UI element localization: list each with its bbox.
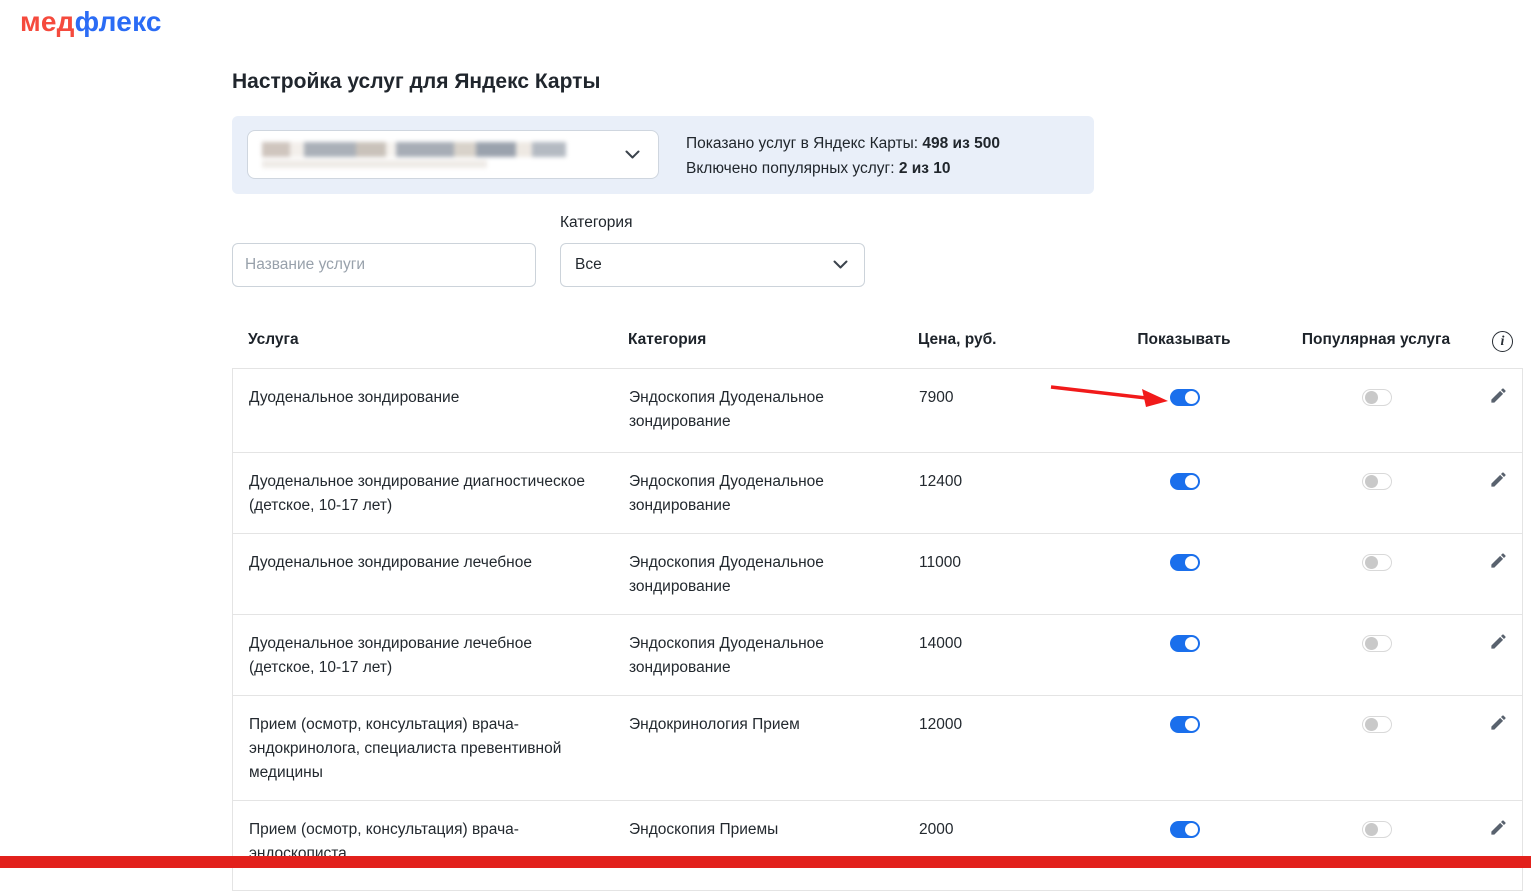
popular-toggle[interactable] bbox=[1362, 635, 1392, 652]
popular-toggle[interactable] bbox=[1362, 716, 1392, 733]
service-category: Эндоскопия Дуоденальное зондирование bbox=[629, 615, 919, 695]
edit-pencil-icon[interactable] bbox=[1489, 632, 1508, 651]
service-price: 11000 bbox=[919, 534, 1105, 614]
logo-part-red: мед bbox=[20, 6, 75, 37]
service-name: Прием (осмотр, консультация) врача-эндос… bbox=[233, 801, 629, 890]
service-price: 2000 bbox=[919, 801, 1105, 890]
category-filter-label: Категория bbox=[560, 214, 632, 232]
chevron-down-icon bbox=[625, 150, 640, 160]
header-popular: Популярная услуга bbox=[1264, 322, 1488, 368]
page-title: Настройка услуг для Яндекс Карты bbox=[232, 70, 600, 94]
popular-toggle[interactable] bbox=[1362, 389, 1392, 406]
summary-panel: Показано услуг в Яндекс Карты: 498 из 50… bbox=[232, 116, 1094, 194]
edit-pencil-icon[interactable] bbox=[1489, 551, 1508, 570]
table-row: Дуоденальное зондирование лечебное Эндос… bbox=[233, 534, 1522, 615]
table-header-row: Услуга Категория Цена, руб. Показывать П… bbox=[232, 322, 1523, 368]
show-toggle[interactable] bbox=[1170, 389, 1200, 406]
edit-pencil-icon[interactable] bbox=[1489, 713, 1508, 732]
popular-toggle[interactable] bbox=[1362, 473, 1392, 490]
shown-services-line: Показано услуг в Яндекс Карты: 498 из 50… bbox=[686, 131, 1000, 156]
edit-pencil-icon[interactable] bbox=[1489, 470, 1508, 489]
service-category: Эндокринология Прием bbox=[629, 696, 919, 800]
service-name: Дуоденальное зондирование лечебное (детс… bbox=[233, 615, 629, 695]
bottom-red-bar bbox=[0, 856, 1531, 868]
service-price: 12400 bbox=[919, 453, 1105, 533]
service-category: Эндоскопия Дуоденальное зондирование bbox=[629, 453, 919, 533]
show-toggle[interactable] bbox=[1170, 473, 1200, 490]
services-table: Услуга Категория Цена, руб. Показывать П… bbox=[232, 322, 1523, 891]
service-category: Эндоскопия Дуоденальное зондирование bbox=[629, 369, 919, 452]
show-toggle[interactable] bbox=[1170, 821, 1200, 838]
chevron-down-icon bbox=[833, 260, 848, 270]
table-row: Прием (осмотр, консультация) врача-эндок… bbox=[233, 696, 1522, 801]
table-body: Дуоденальное зондирование Эндоскопия Дуо… bbox=[232, 368, 1523, 891]
show-toggle[interactable] bbox=[1170, 554, 1200, 571]
popular-toggle[interactable] bbox=[1362, 821, 1392, 838]
service-name: Дуоденальное зондирование bbox=[233, 369, 629, 452]
shown-services-count: 498 из 500 bbox=[922, 135, 1000, 152]
service-name: Прием (осмотр, консультация) врача-эндок… bbox=[233, 696, 629, 800]
service-category: Эндоскопия Дуоденальное зондирование bbox=[629, 534, 919, 614]
edit-pencil-icon[interactable] bbox=[1489, 818, 1508, 837]
service-name: Дуоденальное зондирование лечебное bbox=[233, 534, 629, 614]
popular-services-count: 2 из 10 bbox=[899, 160, 951, 177]
service-price: 12000 bbox=[919, 696, 1105, 800]
header-price: Цена, руб. bbox=[918, 322, 1104, 368]
show-toggle[interactable] bbox=[1170, 716, 1200, 733]
popular-toggle[interactable] bbox=[1362, 554, 1392, 571]
edit-pencil-icon[interactable] bbox=[1489, 386, 1508, 405]
table-row: Дуоденальное зондирование лечебное (детс… bbox=[233, 615, 1522, 696]
clinic-name-redacted bbox=[262, 142, 566, 168]
category-select-value: Все bbox=[575, 256, 602, 274]
header-service: Услуга bbox=[232, 322, 628, 368]
medflex-logo[interactable]: медфлекс bbox=[20, 6, 162, 38]
category-select[interactable]: Все bbox=[560, 243, 865, 287]
table-row: Дуоденальное зондирование диагностическо… bbox=[233, 453, 1522, 534]
service-name: Дуоденальное зондирование диагностическо… bbox=[233, 453, 629, 533]
header-category: Категория bbox=[628, 322, 918, 368]
table-row: Прием (осмотр, консультация) врача-эндос… bbox=[233, 801, 1522, 891]
service-price: 14000 bbox=[919, 615, 1105, 695]
service-name-input[interactable] bbox=[232, 243, 536, 287]
show-toggle[interactable] bbox=[1170, 635, 1200, 652]
popular-services-line: Включено популярных услуг: 2 из 10 bbox=[686, 156, 1000, 181]
table-row: Дуоденальное зондирование Эндоскопия Дуо… bbox=[233, 369, 1522, 453]
header-show: Показывать bbox=[1104, 322, 1264, 368]
clinic-select[interactable] bbox=[247, 130, 659, 179]
logo-part-blue: флекс bbox=[75, 6, 162, 37]
summary-text: Показано услуг в Яндекс Карты: 498 из 50… bbox=[686, 131, 1000, 181]
service-category: Эндоскопия Приемы bbox=[629, 801, 919, 890]
info-icon[interactable]: i bbox=[1492, 331, 1513, 352]
service-price: 7900 bbox=[919, 369, 1105, 452]
